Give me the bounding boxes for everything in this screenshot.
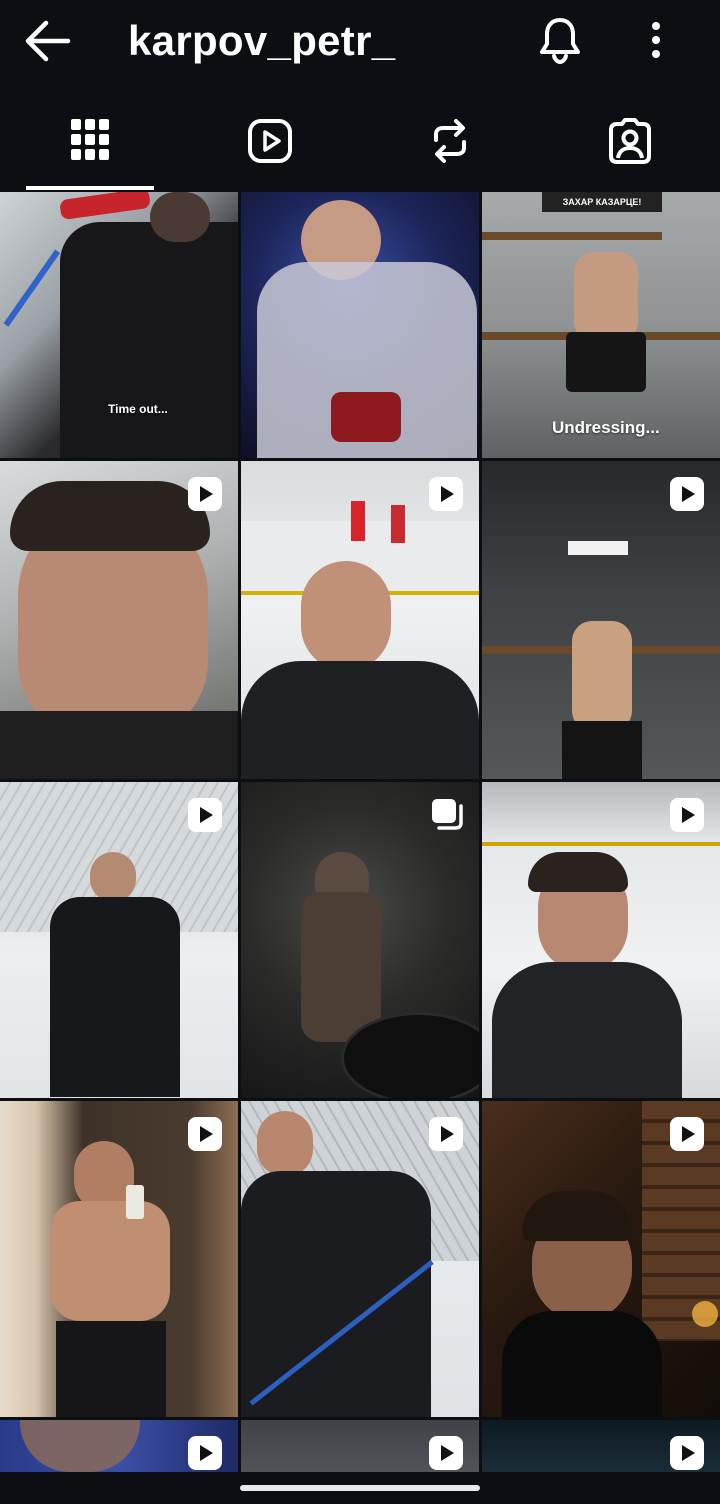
post-thumbnail[interactable] <box>482 782 720 1098</box>
jersey <box>241 1171 431 1417</box>
jersey <box>502 1311 662 1417</box>
repost-icon <box>434 119 466 163</box>
hockey-stick <box>3 249 61 327</box>
photo-figure <box>50 1201 170 1321</box>
glove <box>331 392 401 442</box>
tab-reels[interactable] <box>180 96 360 190</box>
photo-figure <box>572 621 632 731</box>
photo-figure <box>574 252 638 342</box>
top-bar: karpov_petr_ <box>0 0 720 86</box>
reel-badge-icon <box>670 477 704 511</box>
photo-face <box>257 1111 313 1177</box>
post-caption: Undressing... <box>552 418 660 437</box>
reel-badge-icon <box>670 1117 704 1151</box>
player <box>351 501 365 541</box>
water-bottle <box>59 192 151 221</box>
post-thumbnail[interactable] <box>0 1420 238 1472</box>
reels-play-icon <box>248 119 292 163</box>
active-tab-indicator <box>26 186 154 190</box>
more-options-button[interactable] <box>632 14 680 66</box>
post-thumbnail[interactable] <box>241 782 479 1098</box>
profile-username: karpov_petr_ <box>128 17 396 64</box>
more-vertical-icon <box>652 22 660 58</box>
hockey-pants <box>562 721 642 779</box>
photo-face <box>301 561 391 671</box>
photo-hair <box>528 852 628 892</box>
reel-badge-icon <box>188 798 222 832</box>
tab-reposts[interactable] <box>360 96 540 190</box>
reel-badge-icon <box>188 477 222 511</box>
rink-line <box>482 842 720 846</box>
tab-tagged[interactable] <box>540 96 720 190</box>
phone <box>126 1185 144 1219</box>
jersey <box>0 711 238 779</box>
post-thumbnail[interactable] <box>241 1420 479 1472</box>
reel-badge-icon <box>188 1117 222 1151</box>
jersey <box>241 661 479 779</box>
hockey-pants <box>566 332 646 392</box>
post-thumbnail[interactable]: ЗАХАР КАЗАРЦЕ! Undressing... <box>482 192 720 458</box>
photo-figure <box>60 222 238 458</box>
post-thumbnail[interactable] <box>0 461 238 779</box>
arrow-left-icon <box>25 20 71 62</box>
reel-badge-icon <box>429 477 463 511</box>
home-indicator[interactable] <box>240 1485 480 1491</box>
tagged-person-icon <box>609 118 651 164</box>
post-thumbnail[interactable] <box>482 461 720 779</box>
notifications-button[interactable] <box>534 14 586 66</box>
reel-badge-icon <box>429 1436 463 1470</box>
post-thumbnail[interactable] <box>482 1101 720 1417</box>
back-button[interactable] <box>22 18 72 64</box>
photo-figure <box>301 892 381 1042</box>
grid-icon <box>71 119 109 160</box>
posts-grid: Time out... ЗАХАР КАЗАРЦЕ! Undressing... <box>0 192 720 1472</box>
pants <box>56 1321 166 1417</box>
post-thumbnail[interactable] <box>241 192 479 458</box>
player <box>391 505 405 543</box>
photo-face <box>90 852 136 902</box>
post-thumbnail[interactable]: Time out... <box>0 192 238 458</box>
candle-light <box>692 1301 718 1327</box>
tab-posts[interactable] <box>0 96 180 190</box>
reel-badge-icon <box>429 1117 463 1151</box>
photo-figure <box>150 192 210 242</box>
reel-badge-icon <box>670 798 704 832</box>
reel-badge-icon <box>670 1436 704 1470</box>
shelf <box>482 232 662 240</box>
photo-face <box>20 1420 140 1472</box>
jersey <box>492 962 682 1098</box>
post-thumbnail[interactable] <box>0 1101 238 1417</box>
post-thumbnail[interactable] <box>241 1101 479 1417</box>
post-thumbnail[interactable] <box>0 782 238 1098</box>
post-thumbnail[interactable] <box>482 1420 720 1472</box>
bell-icon <box>540 18 580 65</box>
post-caption: Time out... <box>108 402 168 416</box>
profile-tabs <box>0 96 720 190</box>
reel-badge-icon <box>188 1436 222 1470</box>
photo-hair <box>522 1191 632 1241</box>
post-thumbnail[interactable] <box>241 461 479 779</box>
photo-hair <box>10 481 210 551</box>
carousel-badge-icon <box>432 799 463 830</box>
locker-sign: ЗАХАР КАЗАРЦЕ! <box>542 192 662 212</box>
ceiling-light <box>568 541 628 555</box>
jersey <box>50 897 180 1097</box>
